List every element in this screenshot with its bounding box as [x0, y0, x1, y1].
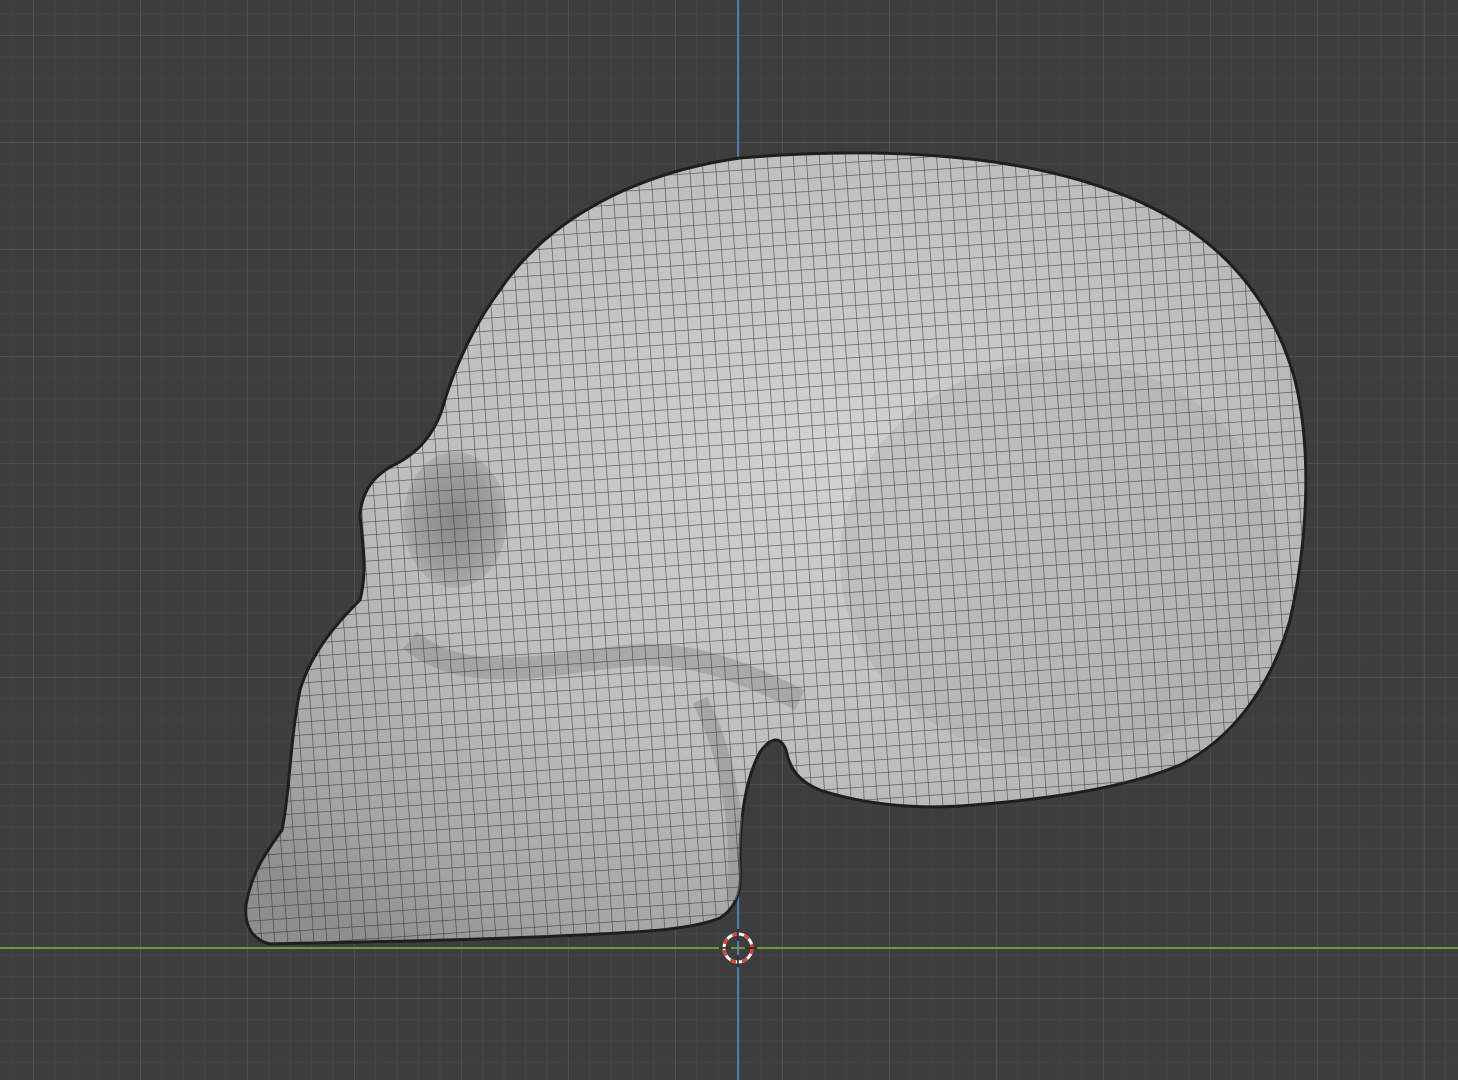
3d-cursor-icon[interactable] — [719, 929, 757, 967]
wireframe-overlay — [245, 152, 1306, 944]
3d-viewport[interactable] — [0, 0, 1458, 1080]
skull-mesh[interactable] — [0, 0, 1458, 1080]
